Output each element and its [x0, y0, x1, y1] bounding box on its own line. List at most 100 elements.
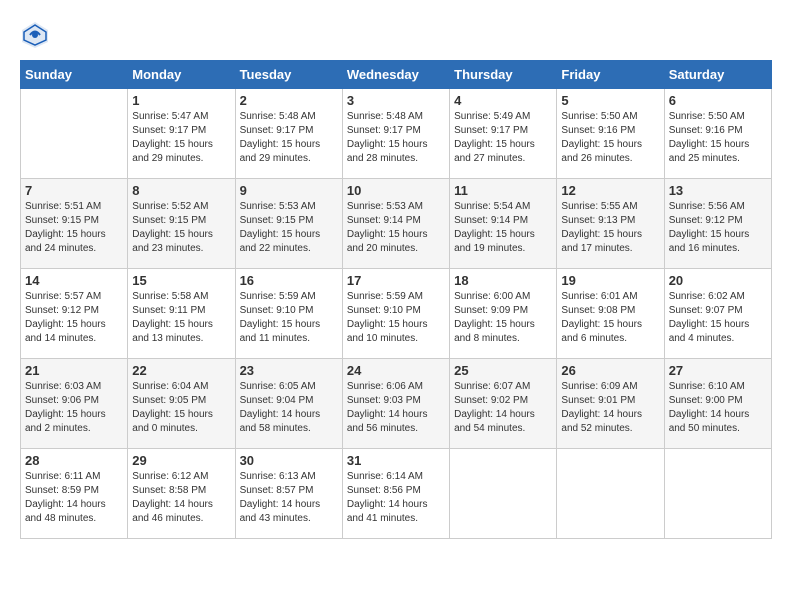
calendar-week-1: 1 Sunrise: 5:47 AMSunset: 9:17 PMDaylight…: [21, 89, 772, 179]
weekday-header-monday: Monday: [128, 61, 235, 89]
day-number: 22: [132, 363, 230, 378]
page-header: [20, 20, 772, 50]
day-number: 19: [561, 273, 659, 288]
logo-icon: [20, 20, 50, 50]
day-info: Sunrise: 6:14 AMSunset: 8:56 PMDaylight:…: [347, 470, 445, 526]
day-number: 10: [347, 183, 445, 198]
day-number: 25: [454, 363, 552, 378]
day-info: Sunrise: 6:01 AMSunset: 9:08 PMDaylight:…: [561, 290, 659, 346]
calendar-week-5: 28Sunrise: 6:11 AMSunset: 8:59 PMDayligh…: [21, 449, 772, 539]
day-info: Sunrise: 5:47 AMSunset: 9:17 PMDaylight:…: [132, 110, 230, 166]
day-number: 31: [347, 453, 445, 468]
day-info: Sunrise: 6:07 AMSunset: 9:02 PMDaylight:…: [454, 380, 552, 436]
day-info: Sunrise: 6:02 AMSunset: 9:07 PMDaylight:…: [669, 290, 767, 346]
day-number: 24: [347, 363, 445, 378]
day-number: 7: [25, 183, 123, 198]
day-number: 5: [561, 93, 659, 108]
day-number: 29: [132, 453, 230, 468]
day-number: 1: [132, 93, 230, 108]
calendar-cell: 8 Sunrise: 5:52 AMSunset: 9:15 PMDaylight…: [128, 179, 235, 269]
day-info: Sunrise: 5:50 AMSunset: 9:16 PMDaylight:…: [669, 110, 767, 166]
day-number: 8: [132, 183, 230, 198]
day-number: 13: [669, 183, 767, 198]
day-info: Sunrise: 5:58 AMSunset: 9:11 PMDaylight:…: [132, 290, 230, 346]
calendar-cell: 29 Sunrise: 6:12 AMSunset: 8:58 PMDayligh…: [128, 449, 235, 539]
day-info: Sunrise: 6:12 AMSunset: 8:58 PMDaylight:…: [132, 470, 230, 526]
day-number: 20: [669, 273, 767, 288]
day-number: 2: [240, 93, 338, 108]
calendar-cell: 26Sunrise: 6:09 AMSunset: 9:01 PMDayligh…: [557, 359, 664, 449]
calendar-cell: 20 Sunrise: 6:02 AMSunset: 9:07 PMDayligh…: [664, 269, 771, 359]
calendar-cell: 25 Sunrise: 6:07 AMSunset: 9:02 PMDayligh…: [450, 359, 557, 449]
weekday-header-thursday: Thursday: [450, 61, 557, 89]
calendar-cell: 6 Sunrise: 5:50 AMSunset: 9:16 PMDaylight…: [664, 89, 771, 179]
day-number: 12: [561, 183, 659, 198]
day-number: 15: [132, 273, 230, 288]
logo: [20, 20, 54, 50]
day-number: 3: [347, 93, 445, 108]
day-number: 17: [347, 273, 445, 288]
calendar-cell: 13 Sunrise: 5:56 AMSunset: 9:12 PMDayligh…: [664, 179, 771, 269]
calendar-cell: 16 Sunrise: 5:59 AMSunset: 9:10 PMDayligh…: [235, 269, 342, 359]
weekday-header-wednesday: Wednesday: [342, 61, 449, 89]
day-info: Sunrise: 6:04 AMSunset: 9:05 PMDaylight:…: [132, 380, 230, 436]
day-info: Sunrise: 5:48 AMSunset: 9:17 PMDaylight:…: [240, 110, 338, 166]
calendar-cell: 24 Sunrise: 6:06 AMSunset: 9:03 PMDayligh…: [342, 359, 449, 449]
day-info: Sunrise: 5:59 AMSunset: 9:10 PMDaylight:…: [347, 290, 445, 346]
day-number: 23: [240, 363, 338, 378]
day-number: 14: [25, 273, 123, 288]
calendar-cell: 30Sunrise: 6:13 AMSunset: 8:57 PMDayligh…: [235, 449, 342, 539]
calendar-cell: [557, 449, 664, 539]
day-number: 26: [561, 363, 659, 378]
calendar-cell: [21, 89, 128, 179]
calendar-cell: 22 Sunrise: 6:04 AMSunset: 9:05 PMDayligh…: [128, 359, 235, 449]
calendar-cell: 15 Sunrise: 5:58 AMSunset: 9:11 PMDayligh…: [128, 269, 235, 359]
day-info: Sunrise: 6:13 AMSunset: 8:57 PMDaylight:…: [240, 470, 338, 526]
calendar-cell: 18 Sunrise: 6:00 AMSunset: 9:09 PMDayligh…: [450, 269, 557, 359]
weekday-header-friday: Friday: [557, 61, 664, 89]
day-info: Sunrise: 6:11 AMSunset: 8:59 PMDaylight:…: [25, 470, 123, 526]
day-number: 16: [240, 273, 338, 288]
day-number: 18: [454, 273, 552, 288]
day-info: Sunrise: 5:51 AMSunset: 9:15 PMDaylight:…: [25, 200, 123, 256]
calendar-cell: 2 Sunrise: 5:48 AMSunset: 9:17 PMDaylight…: [235, 89, 342, 179]
calendar-cell: 14Sunrise: 5:57 AMSunset: 9:12 PMDayligh…: [21, 269, 128, 359]
calendar-cell: 7 Sunrise: 5:51 AMSunset: 9:15 PMDaylight…: [21, 179, 128, 269]
calendar-cell: 23Sunrise: 6:05 AMSunset: 9:04 PMDayligh…: [235, 359, 342, 449]
weekday-header-row: SundayMondayTuesdayWednesdayThursdayFrid…: [21, 61, 772, 89]
day-number: 6: [669, 93, 767, 108]
calendar-cell: 3 Sunrise: 5:48 AMSunset: 9:17 PMDaylight…: [342, 89, 449, 179]
calendar-cell: 27Sunrise: 6:10 AMSunset: 9:00 PMDayligh…: [664, 359, 771, 449]
day-info: Sunrise: 5:55 AMSunset: 9:13 PMDaylight:…: [561, 200, 659, 256]
calendar-cell: 9Sunrise: 5:53 AMSunset: 9:15 PMDaylight…: [235, 179, 342, 269]
calendar-header: SundayMondayTuesdayWednesdayThursdayFrid…: [21, 61, 772, 89]
day-info: Sunrise: 5:56 AMSunset: 9:12 PMDaylight:…: [669, 200, 767, 256]
calendar-cell: 1 Sunrise: 5:47 AMSunset: 9:17 PMDaylight…: [128, 89, 235, 179]
day-number: 4: [454, 93, 552, 108]
calendar-cell: 4 Sunrise: 5:49 AMSunset: 9:17 PMDaylight…: [450, 89, 557, 179]
day-number: 27: [669, 363, 767, 378]
weekday-header-sunday: Sunday: [21, 61, 128, 89]
day-number: 11: [454, 183, 552, 198]
day-info: Sunrise: 5:53 AMSunset: 9:14 PMDaylight:…: [347, 200, 445, 256]
day-info: Sunrise: 5:48 AMSunset: 9:17 PMDaylight:…: [347, 110, 445, 166]
calendar-cell: 21Sunrise: 6:03 AMSunset: 9:06 PMDayligh…: [21, 359, 128, 449]
calendar-cell: 11 Sunrise: 5:54 AMSunset: 9:14 PMDayligh…: [450, 179, 557, 269]
calendar-cell: 19 Sunrise: 6:01 AMSunset: 9:08 PMDayligh…: [557, 269, 664, 359]
calendar-cell: 17 Sunrise: 5:59 AMSunset: 9:10 PMDayligh…: [342, 269, 449, 359]
day-info: Sunrise: 6:00 AMSunset: 9:09 PMDaylight:…: [454, 290, 552, 346]
weekday-header-saturday: Saturday: [664, 61, 771, 89]
day-info: Sunrise: 5:52 AMSunset: 9:15 PMDaylight:…: [132, 200, 230, 256]
calendar-cell: [664, 449, 771, 539]
day-number: 9: [240, 183, 338, 198]
day-info: Sunrise: 5:49 AMSunset: 9:17 PMDaylight:…: [454, 110, 552, 166]
calendar-cell: 12 Sunrise: 5:55 AMSunset: 9:13 PMDayligh…: [557, 179, 664, 269]
day-info: Sunrise: 5:59 AMSunset: 9:10 PMDaylight:…: [240, 290, 338, 346]
calendar-week-2: 7 Sunrise: 5:51 AMSunset: 9:15 PMDaylight…: [21, 179, 772, 269]
day-info: Sunrise: 6:06 AMSunset: 9:03 PMDaylight:…: [347, 380, 445, 436]
calendar-cell: 5Sunrise: 5:50 AMSunset: 9:16 PMDaylight…: [557, 89, 664, 179]
day-info: Sunrise: 5:54 AMSunset: 9:14 PMDaylight:…: [454, 200, 552, 256]
calendar-body: 1 Sunrise: 5:47 AMSunset: 9:17 PMDaylight…: [21, 89, 772, 539]
calendar-week-4: 21Sunrise: 6:03 AMSunset: 9:06 PMDayligh…: [21, 359, 772, 449]
day-number: 21: [25, 363, 123, 378]
